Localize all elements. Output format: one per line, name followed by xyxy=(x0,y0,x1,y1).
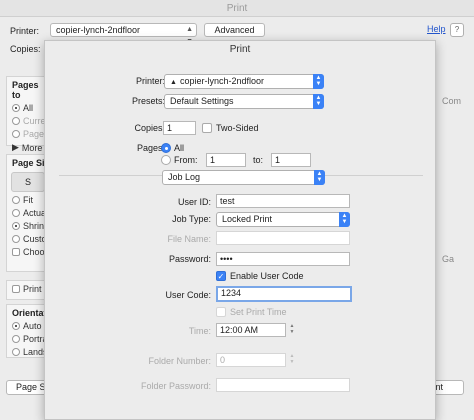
updown-chevron-icon: ▲▼ xyxy=(313,94,324,109)
enable-user-code-label: Enable User Code xyxy=(230,271,304,281)
panel-select[interactable]: Job Log ▲ ▼ xyxy=(162,170,325,185)
job-type-label: Job Type: xyxy=(172,214,211,224)
updown-chevron-icon: ▲▼ xyxy=(339,212,350,227)
file-name-field[interactable] xyxy=(216,231,350,245)
folder-password-field[interactable] xyxy=(216,378,350,392)
radio-icon xyxy=(12,117,20,125)
help-question-icon[interactable]: ? xyxy=(450,23,464,37)
copies-label-background: Copies: xyxy=(10,44,41,54)
pages-from-radio[interactable]: From: xyxy=(161,154,198,166)
radio-icon xyxy=(12,235,20,243)
set-print-time-label: Set Print Time xyxy=(230,307,287,317)
folder-number-stepper-icon[interactable]: ▲ ▼ xyxy=(288,353,296,367)
window-title: Print xyxy=(0,0,474,17)
checkbox-icon xyxy=(216,307,226,317)
folder-number-label: Folder Number: xyxy=(148,356,211,366)
checkbox-icon xyxy=(202,123,212,133)
password-field[interactable]: •••• xyxy=(216,252,350,266)
pages-all-label: All xyxy=(174,143,185,153)
set-print-time-checkbox[interactable]: Set Print Time xyxy=(216,306,287,318)
user-code-field[interactable]: 1234 xyxy=(216,286,352,302)
printer-row: Printer: xyxy=(10,24,39,38)
size-option-label: Fit xyxy=(23,195,33,205)
help-link[interactable]: Help xyxy=(427,24,446,34)
time-label: Time: xyxy=(188,326,211,336)
two-sided-label: Two-Sided xyxy=(216,123,259,133)
radio-icon xyxy=(12,335,20,343)
pages-to-field[interactable]: 1 xyxy=(271,153,311,167)
checkmark-icon: ✓ xyxy=(216,271,226,281)
advanced-button[interactable]: Advanced xyxy=(204,23,265,37)
background-right-strip: Com Ga xyxy=(436,44,474,420)
warning-icon: ▲ xyxy=(170,79,177,86)
pages-all-radio[interactable]: All xyxy=(161,142,184,154)
orientation-option-label: Auto xyxy=(23,321,42,331)
presets-select-value: Default Settings xyxy=(170,96,234,106)
time-field[interactable]: 12:00 AM xyxy=(216,323,286,337)
radio-icon xyxy=(12,348,20,356)
job-type-select-value: Locked Print xyxy=(222,214,273,224)
sheet-title: Print xyxy=(229,44,251,55)
updown-chevron-icon: ▲▼ xyxy=(314,170,325,185)
radio-icon xyxy=(12,196,20,204)
user-id-label: User ID: xyxy=(177,197,211,207)
radio-icon xyxy=(161,155,171,165)
printer-select[interactable]: ▲ copier-lynch-2ndfloor ▲ ▼ xyxy=(164,74,324,89)
pages-from-label: From: xyxy=(174,155,198,165)
presets-label: Presets: xyxy=(131,96,165,106)
printer-select-background[interactable]: copier-lynch-2ndfloor ▲▼ xyxy=(50,23,197,45)
print-sheet: Print Printer: ▲ copier-lynch-2ndfloor ▲ ▼… xyxy=(44,40,436,420)
presets-select[interactable]: Default Settings ▲ ▼ xyxy=(164,94,324,109)
printer-label: Printer: xyxy=(10,26,40,36)
printer-select-value: copier-lynch-2ndfloor xyxy=(56,25,141,35)
panel-select-value: Job Log xyxy=(168,172,201,182)
two-sided-checkbox[interactable]: Two-Sided xyxy=(202,122,259,134)
checkbox-icon xyxy=(12,285,20,293)
time-stepper-icon[interactable]: ▲ ▼ xyxy=(288,323,296,337)
user-code-label: User Code: xyxy=(165,290,211,300)
size-button[interactable]: S xyxy=(11,172,45,192)
radio-selected-icon xyxy=(12,322,20,330)
user-id-field[interactable]: test xyxy=(216,194,350,208)
checkbox-icon xyxy=(12,248,20,256)
background-text-fragment: Ga xyxy=(442,254,455,264)
copies-label: Copies: xyxy=(134,123,165,133)
printer-label: Printer: xyxy=(135,76,165,86)
disclosure-triangle-icon: ▶ xyxy=(12,142,19,152)
pages-label: Pages: xyxy=(136,143,165,153)
printer-select-value: copier-lynch-2ndfloor xyxy=(179,76,264,86)
pages-from-field[interactable]: 1 xyxy=(206,153,246,167)
folder-number-field[interactable]: 0 xyxy=(216,353,286,367)
radio-selected-icon xyxy=(12,222,20,230)
folder-password-label: Folder Password: xyxy=(140,381,211,391)
updown-chevron-icon: ▲▼ xyxy=(313,74,324,89)
pages-to-label: to: xyxy=(253,155,264,165)
password-label: Password: xyxy=(168,254,211,264)
radio-icon xyxy=(12,209,20,217)
radio-icon xyxy=(12,130,20,138)
copies-field[interactable]: 1 xyxy=(163,121,196,135)
size-button-label: S xyxy=(24,177,31,187)
radio-selected-icon xyxy=(161,143,171,153)
enable-user-code-checkbox[interactable]: ✓ Enable User Code xyxy=(216,270,304,282)
background-text-fragment: Com xyxy=(442,96,462,106)
radio-selected-icon xyxy=(12,104,20,112)
file-name-label: File Name: xyxy=(167,234,211,244)
pages-option-label: More xyxy=(21,142,43,153)
pages-option-label: All xyxy=(23,103,34,113)
job-type-select[interactable]: Locked Print ▲ ▼ xyxy=(216,212,350,227)
